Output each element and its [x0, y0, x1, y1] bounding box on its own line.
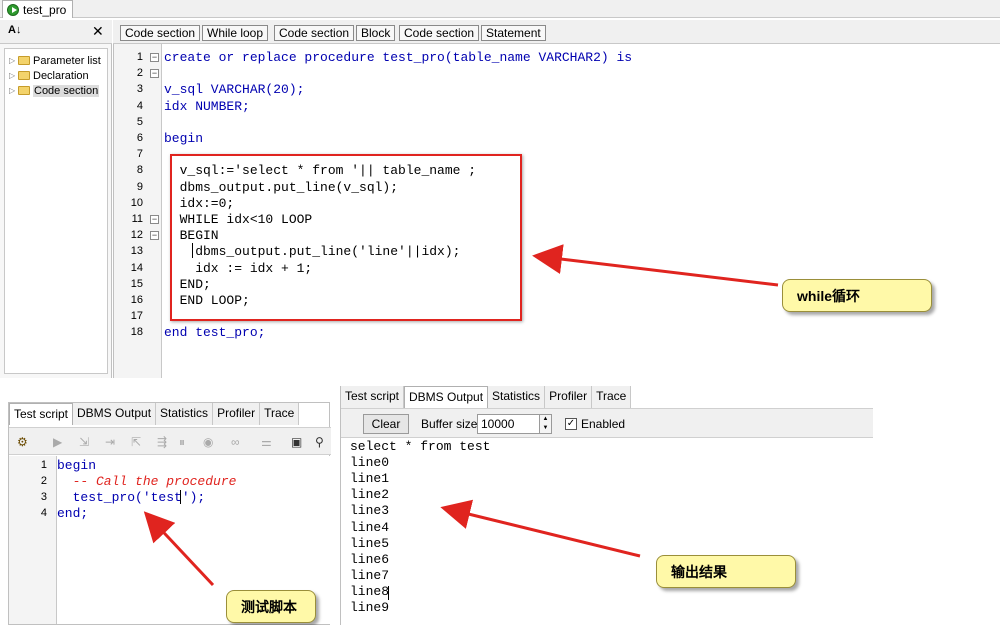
text-cursor — [180, 490, 181, 504]
arrow-output — [440, 499, 641, 558]
text-cursor — [388, 586, 389, 600]
arrow-script — [143, 511, 215, 587]
arrow-while — [532, 244, 779, 287]
text-cursor — [192, 243, 193, 258]
annotation-arrows — [143, 244, 779, 587]
